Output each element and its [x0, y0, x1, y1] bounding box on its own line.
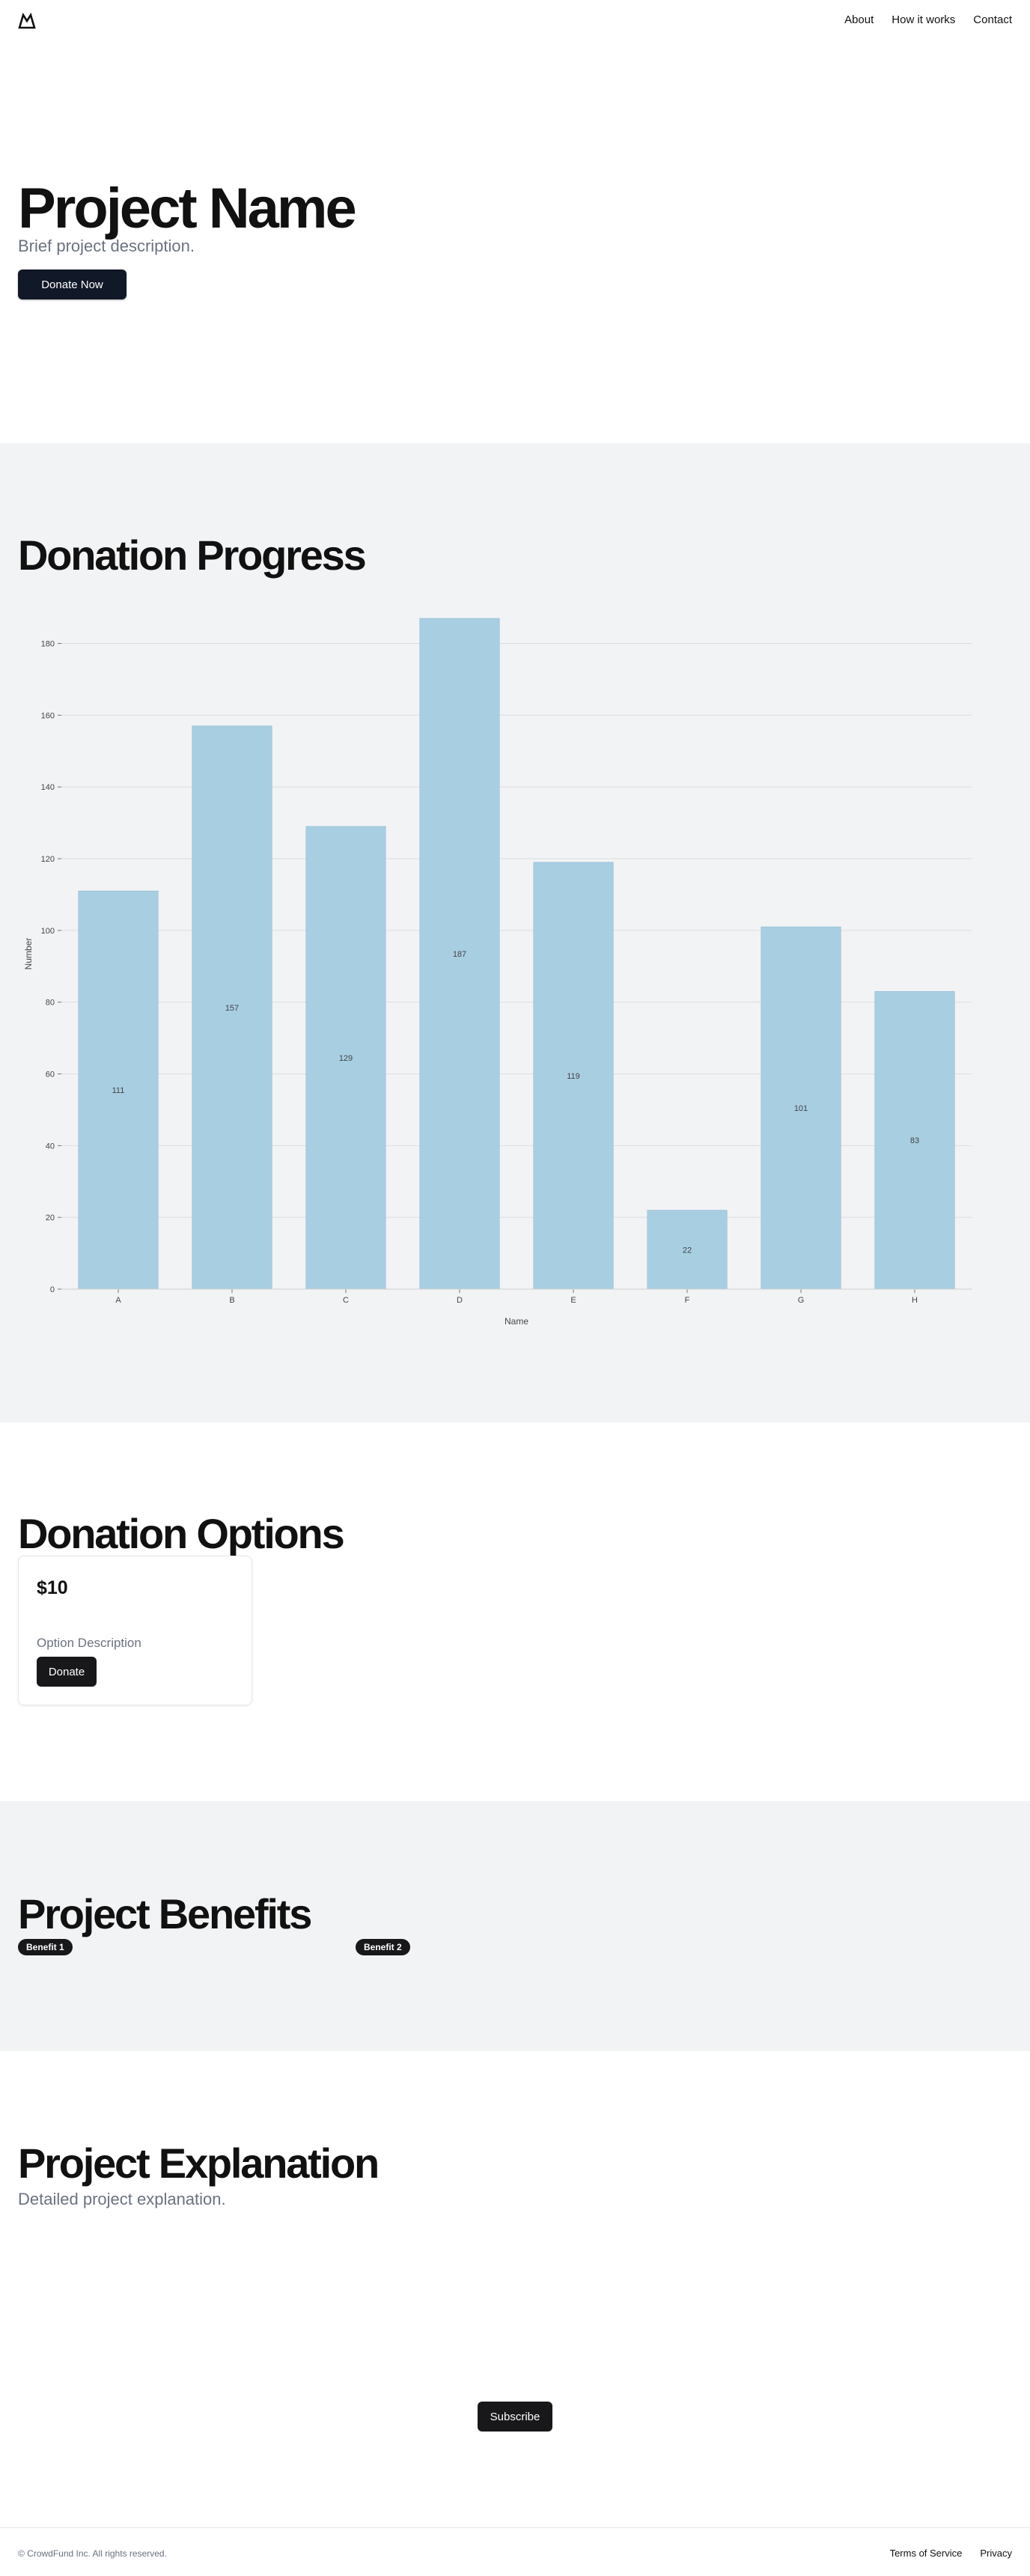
privacy-link[interactable]: Privacy	[980, 2548, 1012, 2559]
x-tick-label: H	[912, 1296, 918, 1305]
bar-value-label: 83	[910, 1136, 919, 1145]
project-explanation-title: Project Explanation	[18, 2140, 380, 2187]
main-nav: About How it works Contact	[844, 13, 1012, 26]
bar-value-label: 22	[683, 1246, 692, 1255]
x-tick-label: F	[685, 1296, 690, 1305]
option-amount: $10	[37, 1577, 68, 1598]
y-tick-label: 160	[41, 711, 55, 720]
y-axis-label: Number	[23, 938, 34, 970]
donation-option-card: $10 Option Description Donate	[18, 1556, 252, 1705]
nav-how-it-works-link[interactable]: How it works	[892, 13, 955, 26]
bar-value-label: 157	[225, 1004, 239, 1013]
bar-value-label: 111	[112, 1086, 125, 1095]
y-tick-label: 40	[46, 1142, 55, 1151]
x-tick-label: E	[570, 1296, 576, 1305]
x-axis-label: Name	[505, 1316, 528, 1327]
option-description: Option Description	[37, 1636, 141, 1650]
subscribe-button[interactable]: Subscribe	[478, 2402, 552, 2432]
donate-now-button[interactable]: Donate Now	[18, 270, 127, 299]
donation-progress-title: Donation Progress	[18, 532, 367, 579]
nav-about-link[interactable]: About	[844, 13, 874, 26]
y-tick-label: 140	[41, 783, 55, 792]
donation-progress-chart: 0 20 40 60 80 100 120 140 160 180 111 A 157 B 129 C 187 D…	[23, 618, 972, 1327]
x-tick-label: A	[115, 1296, 121, 1305]
y-tick-label: 0	[50, 1285, 55, 1294]
donation-options-title: Donation Options	[18, 1510, 345, 1557]
footer: © CrowdFund Inc. All rights reserved. Te…	[0, 2527, 1030, 2576]
y-tick-label: 100	[41, 927, 55, 936]
bar-value-label: 101	[794, 1104, 808, 1113]
benefit-badge: Benefit 2	[356, 1939, 410, 1955]
nav-contact-link[interactable]: Contact	[973, 13, 1012, 26]
bar-value-label: 119	[567, 1072, 580, 1081]
bar-value-label: 187	[453, 950, 466, 959]
x-tick-label: B	[229, 1296, 234, 1305]
x-tick-label: D	[457, 1296, 463, 1305]
footer-links: Terms of Service Privacy	[890, 2548, 1012, 2559]
hero-subtitle: Brief project description.	[18, 237, 195, 255]
y-tick-label: 60	[46, 1071, 55, 1080]
top-navbar: About How it works Contact	[0, 0, 1030, 42]
x-tick-label: C	[343, 1296, 349, 1305]
project-explanation-text: Detailed project explanation.	[18, 2190, 226, 2208]
bar-value-label: 129	[339, 1054, 353, 1063]
hero-title: Project Name	[18, 177, 357, 240]
y-tick-label: 180	[41, 640, 55, 649]
y-tick-label: 80	[46, 999, 55, 1008]
copyright-text: © CrowdFund Inc. All rights reserved.	[18, 2548, 167, 2559]
terms-of-service-link[interactable]: Terms of Service	[890, 2548, 963, 2559]
y-tick-label: 20	[46, 1214, 55, 1222]
benefit-badge: Benefit 1	[18, 1939, 73, 1955]
logo-icon[interactable]	[18, 13, 36, 29]
y-tick-label: 120	[41, 855, 55, 864]
project-benefits-title: Project Benefits	[18, 1890, 312, 1937]
option-donate-button[interactable]: Donate	[37, 1657, 97, 1687]
x-tick-label: G	[798, 1296, 805, 1305]
